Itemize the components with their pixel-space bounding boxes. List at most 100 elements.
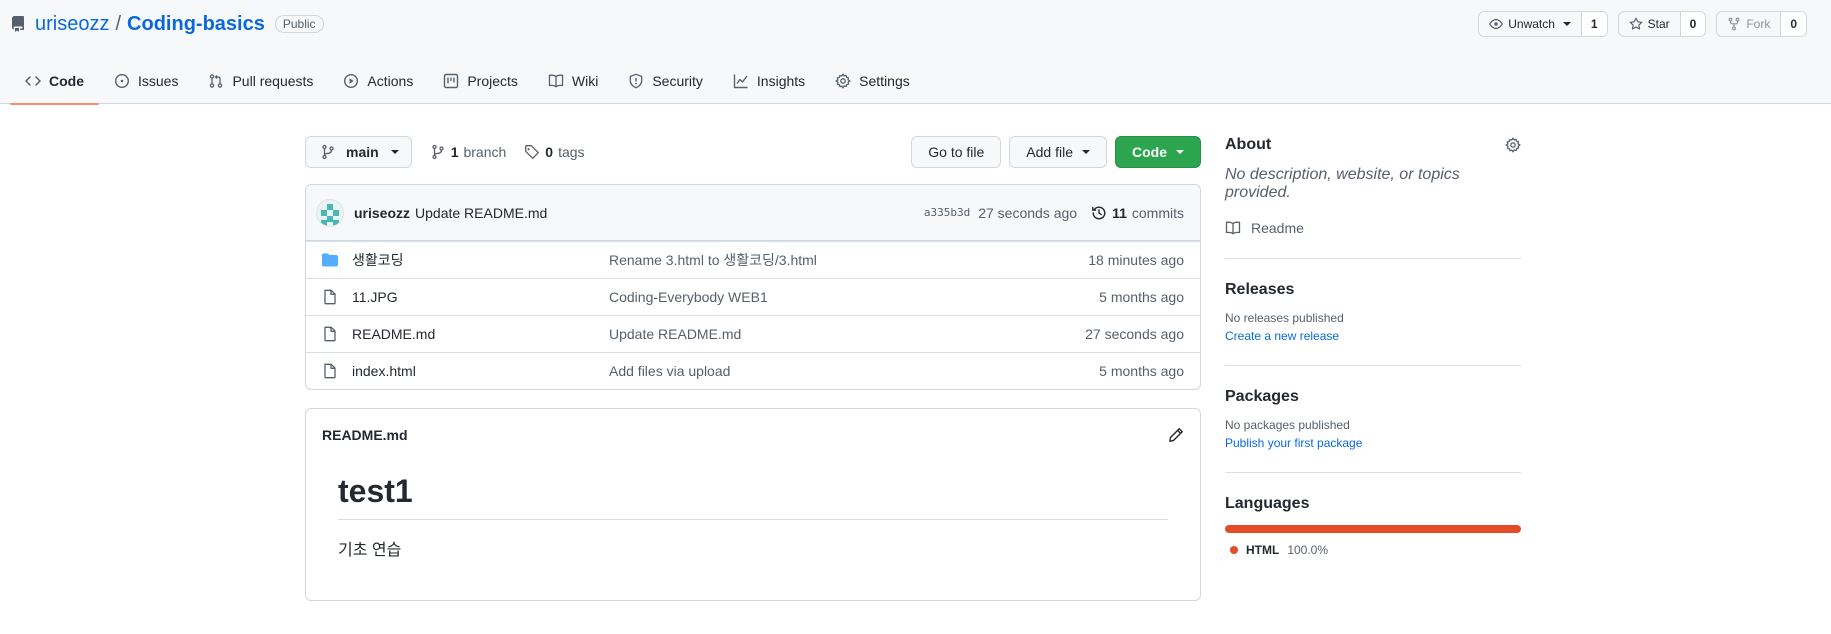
commit-count: 11 [1112, 204, 1127, 221]
commit-label: commits [1131, 204, 1184, 221]
tab-settings[interactable]: Settings [820, 58, 925, 104]
play-icon [343, 73, 359, 89]
file-name-link[interactable]: index.html [352, 363, 609, 379]
file-row[interactable]: 11.JPG Coding-Everybody WEB1 5 months ag… [306, 278, 1200, 315]
pencil-icon[interactable] [1168, 427, 1184, 443]
tab-actions[interactable]: Actions [328, 58, 428, 104]
file-icon [322, 289, 338, 305]
code-button-label: Code [1132, 144, 1167, 160]
issue-icon [114, 73, 130, 89]
file-name-link[interactable]: README.md [352, 326, 609, 342]
fork-count[interactable]: 0 [1781, 12, 1806, 36]
file-commit-time: 5 months ago [1099, 363, 1184, 379]
file-icon [322, 363, 338, 379]
releases-section: Releases No releases published Create a … [1225, 281, 1521, 366]
star-button-group: Star 0 [1617, 11, 1707, 37]
tab-issues[interactable]: Issues [99, 58, 193, 104]
code-icon [25, 73, 41, 89]
commits-link[interactable]: 11 commits [1091, 205, 1184, 221]
language-item[interactable]: HTML 100.0% [1225, 543, 1521, 557]
avatar[interactable] [316, 198, 344, 227]
readme-link[interactable]: Readme [1225, 220, 1521, 236]
graph-icon [733, 73, 749, 89]
gear-icon [835, 73, 852, 89]
tab-label: Wiki [571, 73, 599, 89]
fork-button[interactable]: Fork [1717, 12, 1782, 36]
tab-label: Pull requests [232, 73, 314, 89]
file-commit-message[interactable]: Add files via upload [609, 363, 1099, 379]
file-row[interactable]: 생활코딩 Rename 3.html to 생활코딩/3.html 18 min… [306, 241, 1200, 278]
language-percent: 100.0% [1287, 543, 1329, 557]
code-button[interactable]: Code [1115, 136, 1201, 168]
file-row[interactable]: README.md Update README.md 27 seconds ag… [306, 315, 1200, 352]
tab-label: Issues [138, 73, 179, 89]
tags-link[interactable]: 0 tags [524, 144, 585, 160]
repo-owner-link[interactable]: uriseozz [35, 13, 109, 36]
publish-package-link[interactable]: Publish your first package [1225, 436, 1521, 450]
star-count[interactable]: 0 [1680, 12, 1706, 36]
file-browser: uriseozz Update README.md a335b3d 27 sec… [305, 184, 1201, 390]
go-to-file-button[interactable]: Go to file [911, 136, 1002, 168]
tab-insights[interactable]: Insights [718, 58, 820, 104]
tag-count: 0 [545, 144, 554, 160]
language-color-dot [1230, 546, 1238, 554]
repo-title: uriseozz / Coding-basics Public [10, 12, 324, 36]
unwatch-label: Unwatch [1508, 17, 1555, 31]
commit-author-link[interactable]: uriseozz [354, 205, 410, 221]
create-release-link[interactable]: Create a new release [1225, 329, 1521, 343]
packages-section: Packages No packages published Publish y… [1225, 388, 1521, 473]
readme-panel: README.md test1 기초 연습 [305, 408, 1201, 601]
readme-filename: README.md [322, 427, 408, 443]
repo-name-link[interactable]: Coding-basics [127, 13, 265, 36]
book-icon [1225, 220, 1241, 236]
add-file-button[interactable]: Add file [1009, 136, 1107, 168]
tab-security[interactable]: Security [613, 58, 718, 104]
branches-link[interactable]: 1 branch [430, 144, 507, 160]
file-commit-time: 27 seconds ago [1085, 326, 1184, 342]
gear-icon[interactable] [1505, 137, 1521, 153]
star-button[interactable]: Star [1619, 12, 1681, 36]
branch-icon [320, 144, 336, 160]
repo-separator: / [115, 12, 122, 35]
chevron-down-icon [390, 150, 399, 154]
file-commit-message[interactable]: Coding-Everybody WEB1 [609, 289, 1099, 305]
repo-tabs: Code Issues Pull requests Actions Projec… [10, 58, 925, 105]
file-commit-message[interactable]: Update README.md [609, 326, 1085, 342]
about-description: No description, website, or topics provi… [1225, 166, 1460, 201]
readme-text: 기초 연습 [338, 542, 402, 559]
file-name-link[interactable]: 생활코딩 [352, 250, 609, 270]
latest-commit-bar: uriseozz Update README.md a335b3d 27 sec… [306, 185, 1200, 241]
language-bar [1225, 525, 1521, 533]
watch-count[interactable]: 1 [1581, 12, 1607, 36]
tab-label: Actions [367, 73, 414, 89]
language-name: HTML [1246, 543, 1280, 557]
readme-content: test1 기초 연습 [306, 461, 1200, 560]
tab-wiki[interactable]: Wiki [533, 58, 613, 104]
tab-label: Insights [756, 73, 806, 89]
chevron-down-icon [1082, 150, 1090, 154]
branch-icon [430, 144, 446, 160]
tab-projects[interactable]: Projects [428, 58, 533, 104]
releases-title[interactable]: Releases [1225, 281, 1521, 299]
branch-label: branch [463, 144, 507, 160]
branch-select-button[interactable]: main [305, 136, 412, 168]
readme-link-label: Readme [1251, 220, 1304, 236]
file-row[interactable]: index.html Add files via upload 5 months… [306, 352, 1200, 389]
tab-label: Code [49, 73, 84, 89]
star-icon [1629, 17, 1643, 31]
unwatch-button[interactable]: Unwatch [1479, 12, 1582, 36]
file-commit-message[interactable]: Rename 3.html to 생활코딩/3.html [609, 250, 1088, 270]
add-file-label: Add file [1026, 144, 1073, 160]
tab-code[interactable]: Code [10, 58, 99, 105]
languages-title: Languages [1225, 495, 1310, 512]
packages-title[interactable]: Packages [1225, 388, 1521, 406]
commit-sha-link[interactable]: a335b3d [924, 206, 970, 219]
commit-message-link[interactable]: Update README.md [415, 205, 547, 221]
fork-label: Fork [1746, 17, 1771, 31]
file-name-link[interactable]: 11.JPG [352, 289, 609, 305]
file-commit-time: 5 months ago [1099, 289, 1184, 305]
tag-icon [524, 144, 540, 160]
tab-pull-requests[interactable]: Pull requests [193, 58, 328, 104]
history-icon [1091, 205, 1107, 221]
about-section: About No description, website, or topics… [1225, 136, 1521, 259]
